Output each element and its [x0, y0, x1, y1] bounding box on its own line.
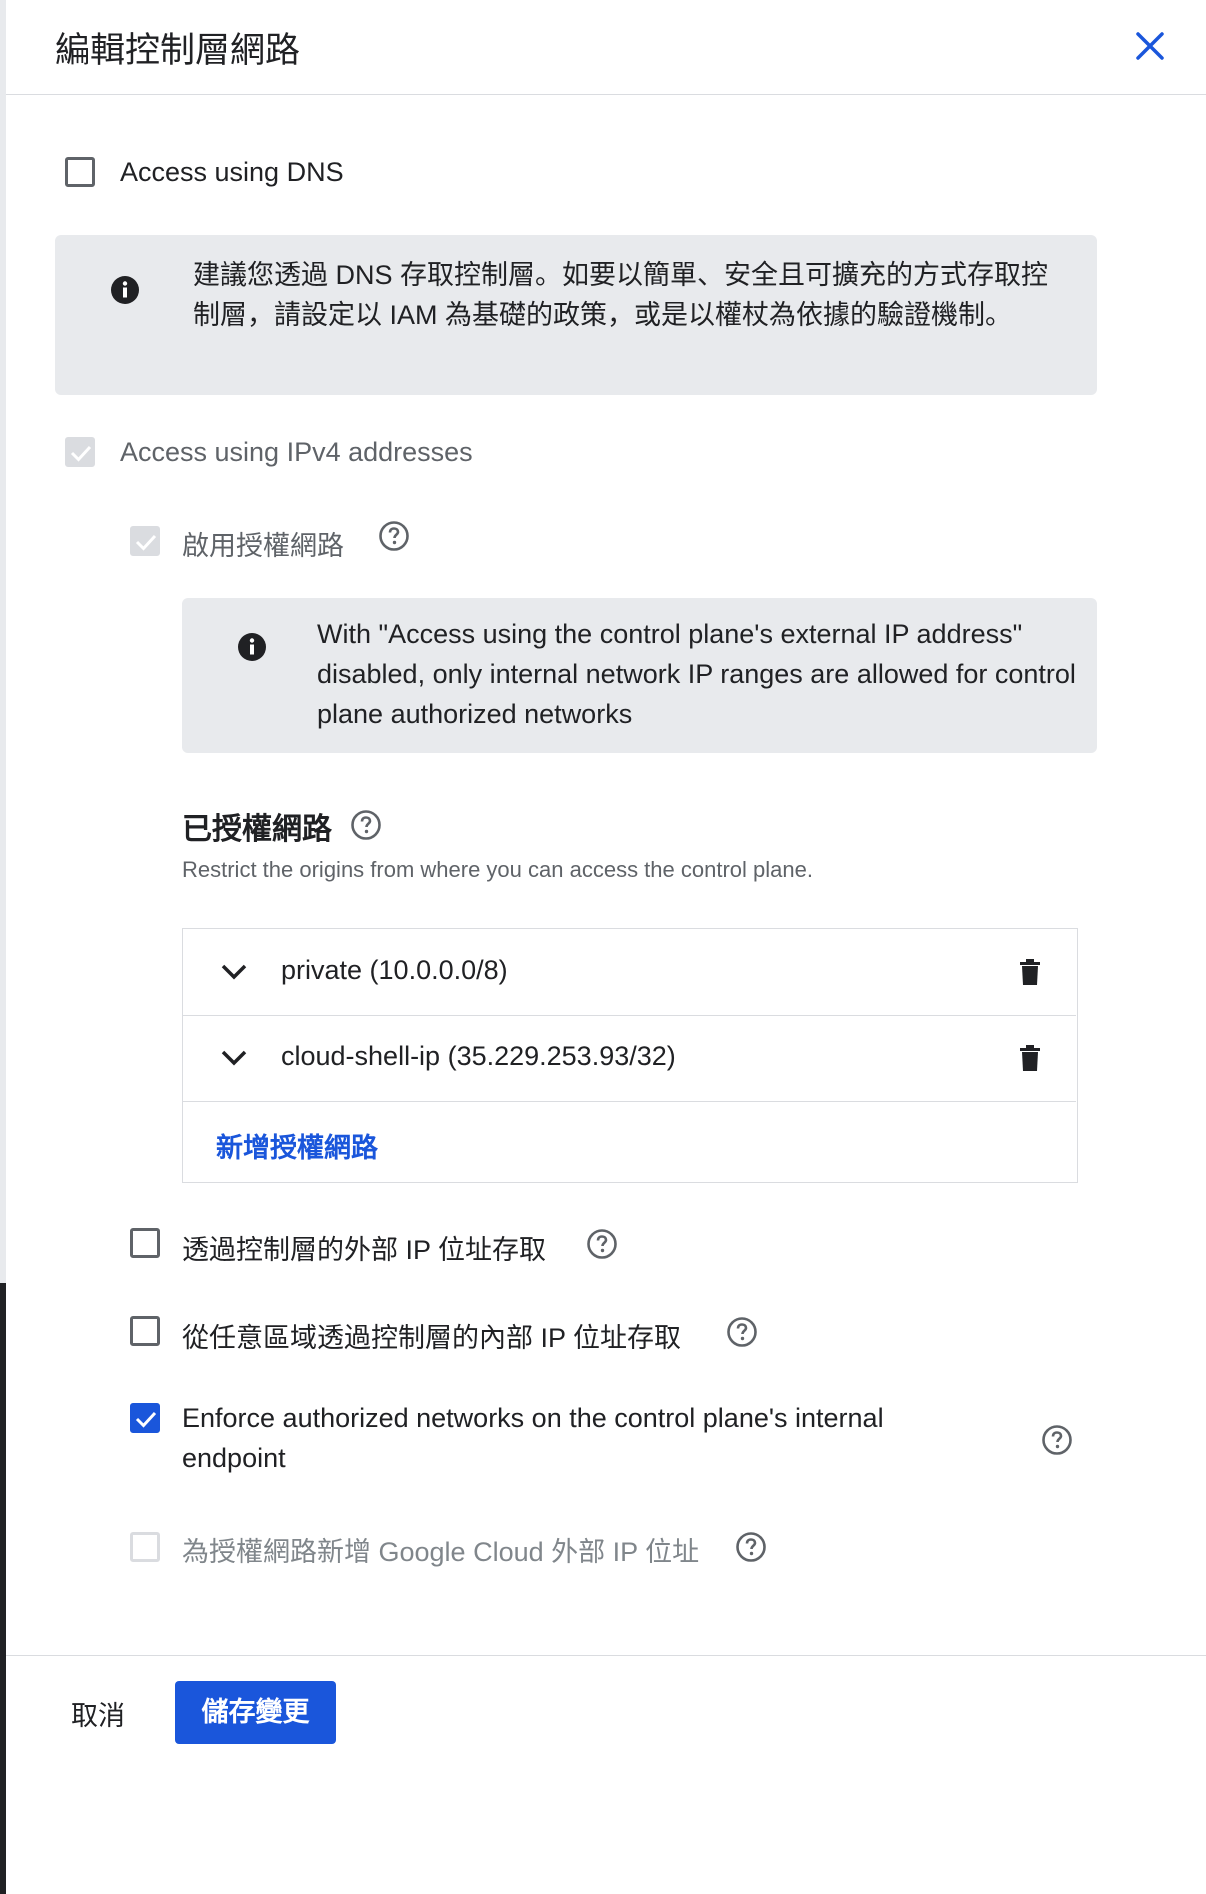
authorized-networks-list: private (10.0.0.0/8) cloud-shell-ip (35.… [182, 928, 1078, 1183]
cancel-button[interactable]: 取消 [71, 1694, 125, 1733]
help-icon[interactable] [1041, 1424, 1073, 1456]
enable-authorized-networks-label: 啟用授權網路 [182, 531, 344, 561]
dns-info-text: 建議您透過 DNS 存取控制層。如要以簡單、安全且可擴充的方式存取控制層，請設定… [193, 260, 1049, 330]
trash-icon[interactable] [1015, 957, 1045, 987]
enforce-internal-endpoint-label-line1: Enforce authorized networks on the contr… [182, 1403, 884, 1433]
edit-network-dialog: 編輯控制層網路 Access using DNS 建議您透過 DNS 存取控制層… [6, 0, 1206, 1894]
external-ip-access-checkbox[interactable] [130, 1228, 160, 1258]
help-icon[interactable] [350, 809, 382, 841]
close-icon[interactable] [1130, 26, 1170, 66]
trash-icon[interactable] [1015, 1043, 1045, 1073]
help-icon[interactable] [378, 520, 410, 552]
list-item: private (10.0.0.0/8) [183, 929, 1076, 1016]
enforce-internal-endpoint-checkbox[interactable] [130, 1403, 160, 1433]
help-icon[interactable] [726, 1316, 758, 1348]
authorized-networks-subtitle: Restrict the origins from where you can … [182, 857, 813, 882]
enable-authorized-networks-checkbox[interactable] [130, 526, 160, 556]
chevron-down-icon[interactable] [219, 957, 249, 987]
external-ip-access-label: 透過控制層的外部 IP 位址存取 [182, 1235, 547, 1265]
info-icon [238, 633, 266, 661]
dialog-title: 編輯控制層網路 [55, 31, 301, 70]
help-icon[interactable] [586, 1228, 618, 1260]
ipv4-label: Access using IPv4 addresses [120, 437, 473, 467]
chevron-down-icon[interactable] [219, 1043, 249, 1073]
info-icon [111, 276, 139, 304]
dns-checkbox[interactable] [65, 157, 95, 187]
network-label: private (10.0.0.0/8) [281, 955, 508, 985]
google-cloud-external-ip-label: 為授權網路新增 Google Cloud 外部 IP 位址 [182, 1537, 700, 1567]
authorized-networks-info-box: With "Access using the control plane's e… [182, 598, 1097, 753]
authorized-networks-title: 已授權網路 [182, 813, 332, 846]
dns-info-box: 建議您透過 DNS 存取控制層。如要以簡單、安全且可擴充的方式存取控制層，請設定… [55, 235, 1097, 395]
internal-ip-any-region-label: 從任意區域透過控制層的內部 IP 位址存取 [182, 1323, 682, 1353]
network-label: cloud-shell-ip (35.229.253.93/32) [281, 1041, 676, 1071]
google-cloud-external-ip-checkbox[interactable] [130, 1532, 160, 1562]
footer-divider [6, 1655, 1206, 1656]
dialog-header: 編輯控制層網路 [6, 0, 1206, 95]
add-authorized-network-button[interactable]: 新增授權網路 [216, 1126, 378, 1165]
help-icon[interactable] [735, 1531, 767, 1563]
save-button[interactable]: 儲存變更 [175, 1681, 336, 1744]
authorized-networks-info-text: With "Access using the control plane's e… [317, 619, 1076, 729]
dns-label: Access using DNS [120, 157, 344, 187]
list-item: cloud-shell-ip (35.229.253.93/32) [183, 1015, 1076, 1102]
internal-ip-any-region-checkbox[interactable] [130, 1316, 160, 1346]
ipv4-checkbox[interactable] [65, 437, 95, 467]
enforce-internal-endpoint-label-line2: endpoint [182, 1443, 286, 1473]
